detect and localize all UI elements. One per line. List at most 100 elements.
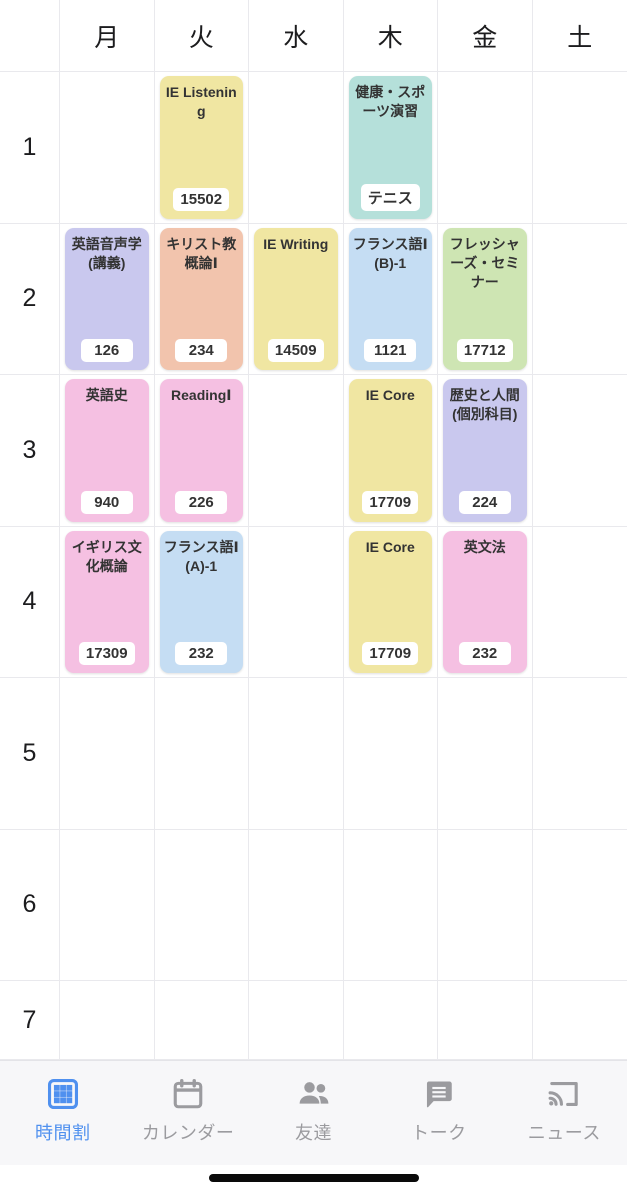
timetable-cell[interactable] [343, 981, 438, 1060]
timetable-cell[interactable]: フレッシャーズ・セミナー 17712 [438, 223, 533, 375]
course-code: 14509 [267, 339, 324, 362]
timetable-cell[interactable] [249, 981, 344, 1060]
course-card[interactable]: IE Core 17709 [348, 379, 432, 522]
course-card[interactable]: 英文法 232 [443, 530, 527, 673]
day-header-5: 土 [532, 0, 627, 72]
course-card[interactable]: 英語音声学(講義) 126 [65, 227, 149, 370]
timetable-cell[interactable] [343, 829, 438, 981]
tab-cast[interactable]: ニュース [502, 1061, 627, 1145]
course-card[interactable]: キリスト教概論Ⅰ 234 [159, 227, 243, 370]
tab-label: ニュース [527, 1123, 601, 1143]
timetable-cell[interactable] [532, 830, 627, 981]
grid-corner [0, 0, 60, 72]
timetable-cell[interactable] [532, 678, 627, 830]
timetable-cell[interactable] [154, 981, 249, 1060]
tab-label: トーク [411, 1123, 467, 1143]
cast-icon [547, 1073, 581, 1115]
timetable-cell[interactable] [60, 678, 155, 830]
course-title: IE Listening [165, 84, 237, 120]
timetable-cell[interactable]: イギリス文化概論 17309 [60, 526, 155, 678]
course-title: フランス語Ⅰ(A)-1 [163, 538, 239, 574]
course-title: 英語音声学(講義) [71, 235, 142, 271]
course-title: IE Core [365, 387, 415, 403]
course-code: 17712 [456, 339, 513, 362]
timetable-cell[interactable]: 歴史と人間(個別科目) 224 [438, 375, 533, 527]
timetable-cell[interactable]: IE Core 17709 [343, 526, 438, 678]
timetable-cell[interactable]: フランス語Ⅰ(B)-1 1121 [343, 223, 438, 375]
course-card[interactable]: IE Writing 14509 [254, 227, 338, 370]
people-icon [296, 1073, 332, 1115]
timetable-cell[interactable]: ReadingⅠ 226 [154, 375, 249, 527]
timetable-cell[interactable]: IE Writing 14509 [249, 223, 344, 375]
course-title: フランス語Ⅰ(B)-1 [352, 235, 428, 271]
course-code: 224 [458, 490, 511, 514]
course-card[interactable]: ReadingⅠ 226 [159, 379, 243, 522]
course-code: 232 [175, 642, 228, 665]
course-card[interactable]: フランス語Ⅰ(A)-1 232 [159, 530, 243, 673]
timetable-cell[interactable] [532, 981, 627, 1060]
timetable-cell[interactable] [249, 526, 344, 678]
timetable-cell[interactable] [438, 678, 533, 830]
timetable-cell[interactable]: 英語史 940 [60, 375, 155, 527]
timetable-cell[interactable] [532, 375, 627, 527]
timetable-cell[interactable]: IE Core 17709 [343, 375, 438, 527]
course-card[interactable]: IE Listening 15502 [159, 76, 243, 219]
timetable-cell[interactable] [438, 829, 533, 981]
course-card[interactable]: フランス語Ⅰ(B)-1 1121 [348, 227, 432, 370]
timetable-cell[interactable] [532, 224, 627, 375]
course-code: 17709 [362, 642, 419, 665]
day-header-2: 水 [249, 0, 344, 72]
course-card[interactable]: 英語史 940 [65, 379, 149, 522]
timetable-cell[interactable] [249, 829, 344, 981]
day-header-1: 火 [154, 0, 249, 72]
period-label-6: 6 [0, 829, 60, 981]
course-code: 940 [80, 490, 133, 514]
course-code: 234 [175, 339, 228, 362]
course-card[interactable]: 健康・スポーツ演習 テニス [348, 76, 432, 219]
home-indicator [208, 1174, 419, 1182]
course-title: 英語史 [85, 387, 128, 403]
timetable-cell[interactable] [438, 72, 533, 224]
calendar-icon [171, 1073, 205, 1115]
tab-label: 時間割 [34, 1123, 91, 1143]
timetable-cell[interactable] [249, 375, 344, 527]
course-code: 17709 [362, 490, 419, 514]
period-label-3: 3 [0, 375, 60, 527]
period-label-7: 7 [0, 981, 60, 1060]
course-card[interactable]: 歴史と人間(個別科目) 224 [443, 379, 527, 522]
period-label-2: 2 [0, 223, 60, 375]
timetable-cell[interactable] [60, 829, 155, 981]
timetable-cell[interactable]: 英文法 232 [438, 526, 533, 678]
course-card[interactable]: イギリス文化概論 17309 [65, 530, 149, 673]
timetable-cell[interactable] [154, 829, 249, 981]
course-card[interactable]: IE Core 17709 [348, 530, 432, 673]
timetable-screen: 月火水木金土 1 IE Listening 15502 健康・スポーツ演習 テニス 2 英語音… [0, 0, 627, 1200]
tab-people[interactable]: 友達 [251, 1061, 376, 1145]
timetable-cell[interactable]: 健康・スポーツ演習 テニス [343, 72, 438, 224]
course-title: IE Core [365, 538, 415, 555]
timetable-cell[interactable] [249, 72, 344, 224]
timetable-cell[interactable]: 英語音声学(講義) 126 [60, 223, 155, 375]
timetable-cell[interactable]: フランス語Ⅰ(A)-1 232 [154, 526, 249, 678]
chat-icon [422, 1073, 456, 1115]
tab-grid[interactable]: 時間割 [0, 1061, 125, 1145]
timetable-cell[interactable] [438, 981, 533, 1060]
period-label-1: 1 [0, 72, 60, 224]
course-card[interactable]: フレッシャーズ・セミナー 17712 [443, 227, 527, 370]
timetable-cell[interactable] [60, 981, 155, 1060]
timetable-cell[interactable] [249, 678, 344, 830]
tab-label: 友達 [295, 1123, 333, 1143]
day-header-4: 金 [438, 0, 533, 72]
timetable-cell[interactable] [532, 527, 627, 678]
timetable-cell[interactable] [532, 72, 627, 224]
timetable-cell[interactable] [154, 678, 249, 830]
timetable-cell[interactable] [60, 72, 155, 224]
tab-chat[interactable]: トーク [376, 1061, 501, 1145]
course-title: 健康・スポーツ演習 [355, 84, 426, 120]
timetable-cell[interactable]: IE Listening 15502 [154, 72, 249, 224]
course-code: 232 [458, 642, 511, 665]
period-label-5: 5 [0, 678, 60, 830]
tab-calendar[interactable]: カレンダー [125, 1061, 250, 1145]
timetable-cell[interactable] [343, 678, 438, 830]
timetable-cell[interactable]: キリスト教概論Ⅰ 234 [154, 223, 249, 375]
